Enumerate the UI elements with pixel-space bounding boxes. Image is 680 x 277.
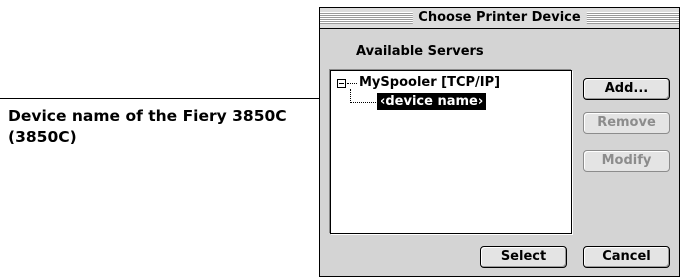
modify-button[interactable]: Modify bbox=[583, 150, 670, 172]
choose-printer-device-dialog: Choose Printer Device Available Servers … bbox=[319, 7, 680, 277]
tree-connector-line bbox=[350, 89, 351, 103]
servers-tree-list[interactable]: MySpooler [TCP/IP] ‹device name› bbox=[330, 70, 572, 234]
callout-line-1: Device name of the Fiery 3850C bbox=[8, 107, 287, 125]
tree-item-server[interactable]: MySpooler [TCP/IP] bbox=[359, 74, 500, 92]
available-servers-label: Available Servers bbox=[356, 44, 484, 59]
tree-connector-line bbox=[347, 83, 357, 84]
cancel-button[interactable]: Cancel bbox=[583, 246, 670, 268]
collapse-icon[interactable] bbox=[337, 79, 346, 88]
add-button[interactable]: Add... bbox=[583, 78, 670, 100]
callout-annotation: Device name of the Fiery 3850C (3850C) bbox=[8, 106, 308, 148]
dialog-title: Choose Printer Device bbox=[412, 10, 587, 26]
tree-connector-line bbox=[350, 102, 376, 103]
callout-line-2: (3850C) bbox=[8, 128, 77, 146]
select-button[interactable]: Select bbox=[480, 246, 567, 268]
remove-button[interactable]: Remove bbox=[583, 112, 670, 134]
dialog-titlebar[interactable]: Choose Printer Device bbox=[320, 8, 679, 29]
tree-item-device-selected[interactable]: ‹device name› bbox=[377, 93, 487, 110]
